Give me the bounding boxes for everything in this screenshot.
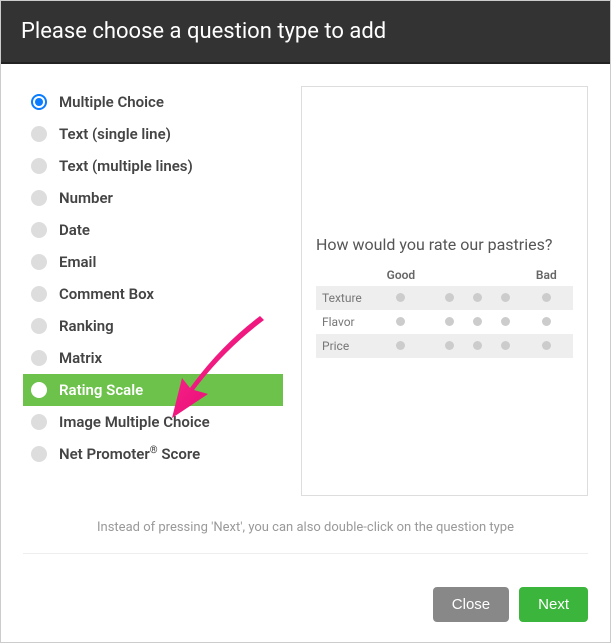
rating-dot-icon [396, 317, 405, 326]
question-type-option[interactable]: Rating Scale [23, 374, 283, 406]
rating-cell [520, 310, 573, 334]
next-button[interactable]: Next [519, 587, 588, 622]
question-type-label: Net Promoter® Score [59, 445, 200, 463]
rating-cell [436, 310, 464, 334]
rating-preview-table: Good Bad TextureFlavorPrice [316, 264, 573, 358]
scale-header-empty [316, 264, 366, 286]
rating-cell [492, 334, 520, 358]
rating-cell [464, 286, 492, 310]
rating-row: Texture [316, 286, 573, 310]
radio-icon [31, 286, 47, 302]
question-type-option[interactable]: Number [23, 182, 283, 214]
question-type-label: Rating Scale [59, 381, 143, 399]
rating-cell [366, 286, 436, 310]
rating-cell [492, 286, 520, 310]
rating-row-label: Price [316, 334, 366, 358]
radio-icon [31, 94, 47, 110]
rating-cell [464, 334, 492, 358]
preview-question-title: How would you rate our pastries? [316, 235, 573, 254]
rating-dot-icon [542, 317, 551, 326]
question-type-option[interactable]: Text (single line) [23, 118, 283, 150]
rating-cell [436, 334, 464, 358]
rating-row-label: Flavor [316, 310, 366, 334]
radio-icon [31, 350, 47, 366]
question-type-label: Date [59, 221, 90, 239]
rating-dot-icon [501, 317, 510, 326]
content-row: Multiple Choice Text (single line) Text (m… [23, 86, 588, 496]
scale-header-blank [464, 264, 492, 286]
rating-cell [464, 310, 492, 334]
question-type-option[interactable]: Ranking [23, 310, 283, 342]
rating-dot-icon [445, 317, 454, 326]
rating-cell [492, 310, 520, 334]
rating-dot-icon [445, 341, 454, 350]
rating-cell [436, 286, 464, 310]
preview-panel: How would you rate our pastries? Good Ba… [301, 86, 588, 496]
radio-icon [31, 414, 47, 430]
question-type-option[interactable]: Matrix [23, 342, 283, 374]
question-type-option[interactable]: Image Multiple Choice [23, 406, 283, 438]
scale-left-label: Good [366, 264, 436, 286]
rating-row-label: Texture [316, 286, 366, 310]
question-type-label: Comment Box [59, 285, 154, 303]
question-type-option[interactable]: Date [23, 214, 283, 246]
hint-text: Instead of pressing 'Next', you can also… [23, 520, 588, 554]
rating-dot-icon [473, 317, 482, 326]
rating-dot-icon [542, 341, 551, 350]
question-type-label: Number [59, 189, 113, 207]
rating-dot-icon [473, 341, 482, 350]
question-type-label: Image Multiple Choice [59, 413, 210, 431]
modal-footer: Close Next [1, 569, 610, 642]
rating-dot-icon [542, 293, 551, 302]
radio-icon [31, 446, 47, 462]
radio-icon [31, 382, 47, 398]
radio-icon [31, 158, 47, 174]
radio-icon [31, 222, 47, 238]
question-type-label: Text (single line) [59, 125, 171, 143]
question-type-label: Multiple Choice [59, 93, 164, 111]
rating-row: Price [316, 334, 573, 358]
question-type-label: Text (multiple lines) [59, 157, 193, 175]
question-type-option[interactable]: Multiple Choice [23, 86, 283, 118]
rating-dot-icon [445, 293, 454, 302]
rating-cell [366, 334, 436, 358]
radio-icon [31, 318, 47, 334]
modal-body: Multiple Choice Text (single line) Text (m… [1, 64, 610, 569]
radio-icon [31, 254, 47, 270]
question-type-option[interactable]: Comment Box [23, 278, 283, 310]
rating-cell [366, 310, 436, 334]
question-type-label: Email [59, 253, 96, 271]
question-type-label: Matrix [59, 349, 102, 367]
rating-cell [520, 334, 573, 358]
rating-row: Flavor [316, 310, 573, 334]
modal-title: Please choose a question type to add [1, 1, 610, 64]
scale-header-blank [436, 264, 464, 286]
radio-icon [31, 190, 47, 206]
question-type-list: Multiple Choice Text (single line) Text (m… [23, 86, 283, 496]
rating-dot-icon [473, 293, 482, 302]
rating-dot-icon [396, 341, 405, 350]
rating-dot-icon [396, 293, 405, 302]
rating-dot-icon [501, 293, 510, 302]
rating-cell [520, 286, 573, 310]
radio-icon [31, 126, 47, 142]
question-type-modal: Please choose a question type to add Mul… [0, 0, 611, 643]
question-type-option[interactable]: Net Promoter® Score [23, 438, 283, 470]
question-type-option[interactable]: Text (multiple lines) [23, 150, 283, 182]
scale-right-label: Bad [520, 264, 573, 286]
close-button[interactable]: Close [433, 587, 509, 622]
question-type-label: Ranking [59, 317, 114, 335]
question-type-option[interactable]: Email [23, 246, 283, 278]
scale-header-blank [492, 264, 520, 286]
rating-dot-icon [501, 341, 510, 350]
